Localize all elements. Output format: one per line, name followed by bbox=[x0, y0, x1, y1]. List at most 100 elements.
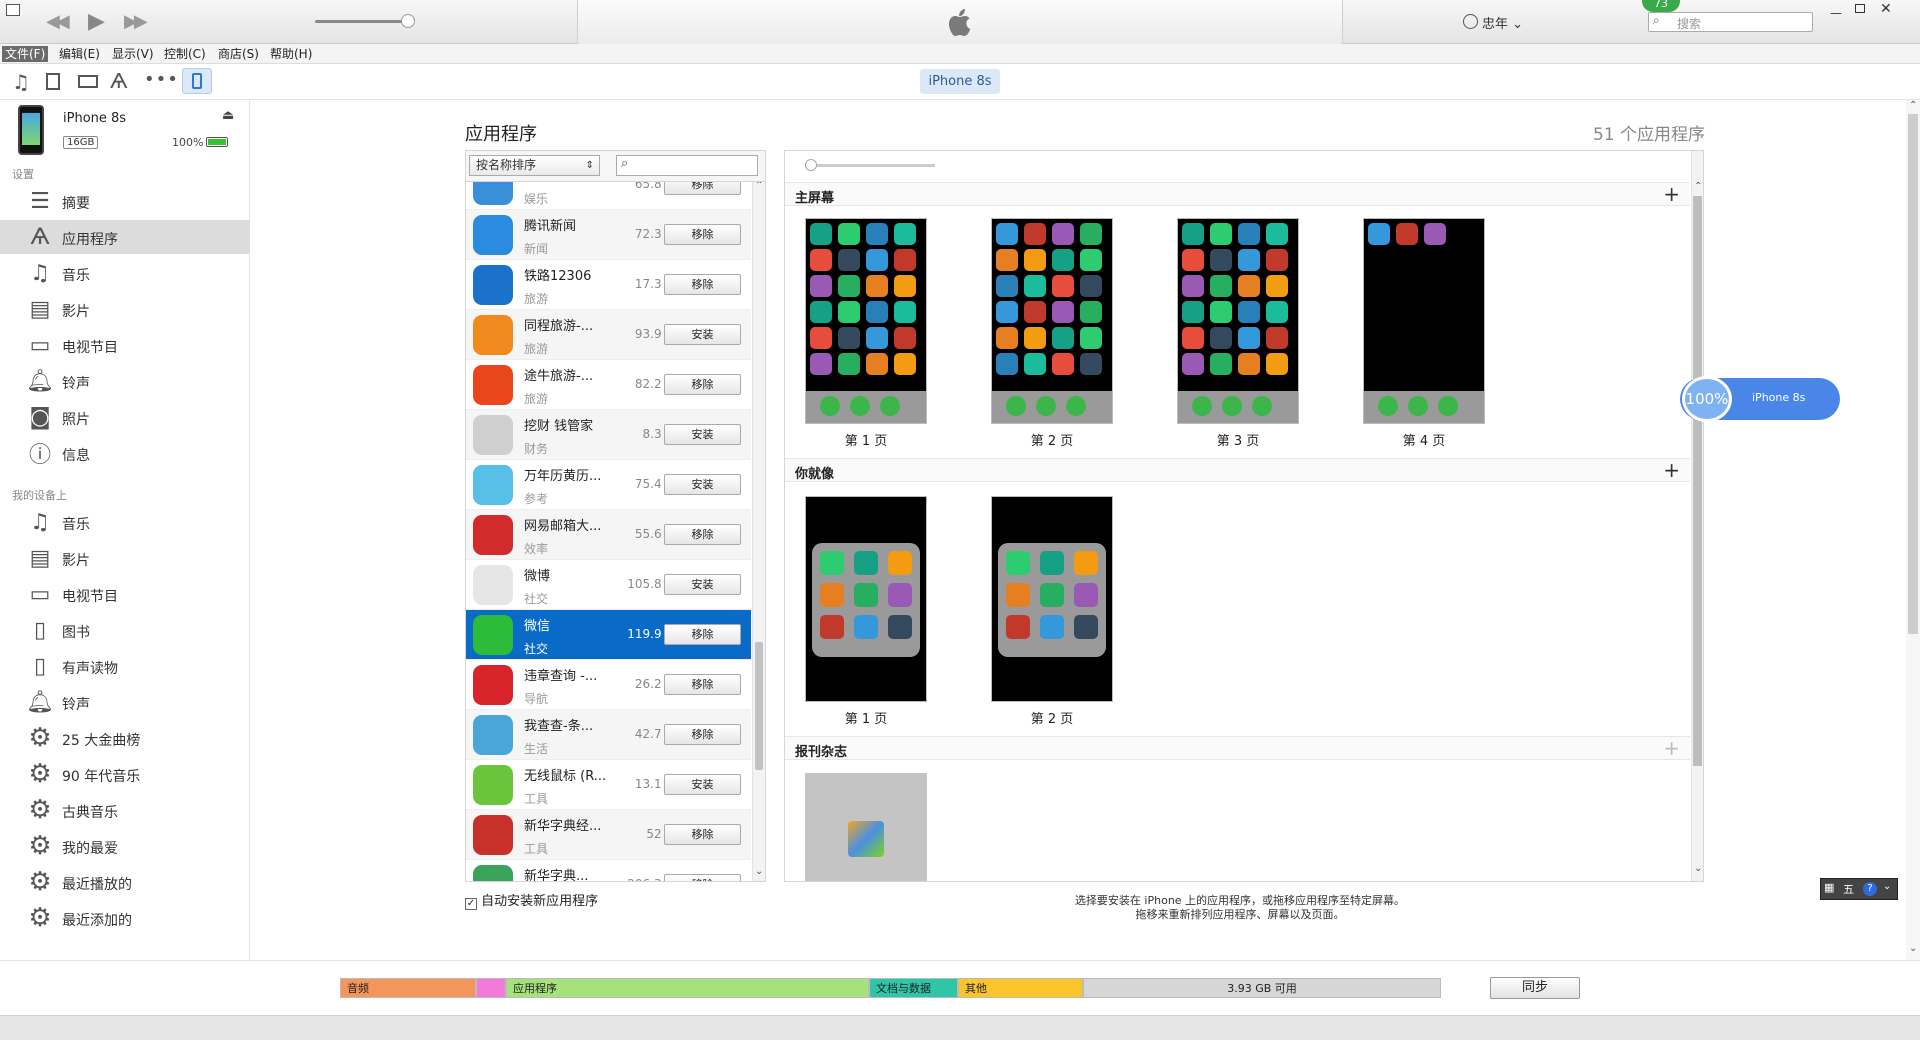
sidebar-item[interactable]: ▭ 电视节目 bbox=[0, 577, 250, 611]
app-action-button[interactable]: 移除 bbox=[664, 624, 741, 645]
app-row[interactable]: 网易邮箱大... 效率 55.6 MB 移除 bbox=[466, 510, 751, 560]
screen-page-thumbnail[interactable] bbox=[1177, 218, 1299, 424]
auto-install-checkbox[interactable]: ✓ bbox=[465, 898, 477, 910]
app-action-button[interactable]: 安装 bbox=[664, 774, 741, 795]
close-button[interactable]: ✕ bbox=[1880, 1, 1892, 17]
tv-icon[interactable] bbox=[78, 75, 98, 88]
app-row[interactable]: 我查查-条... 生活 42.7 MB 移除 bbox=[466, 710, 751, 760]
scroll-thumb[interactable] bbox=[755, 642, 763, 770]
ime-mode-icon[interactable]: 五 bbox=[1843, 881, 1854, 897]
app-action-button[interactable]: 移除 bbox=[664, 874, 741, 881]
volume-slider[interactable] bbox=[315, 20, 411, 23]
ime-toolbar[interactable]: ▦ 五 ? ⌄ bbox=[1820, 878, 1898, 900]
more-icon[interactable]: ••• bbox=[144, 69, 179, 90]
app-action-button[interactable]: 移除 bbox=[664, 724, 741, 745]
rewind-icon[interactable]: ◀◀ bbox=[46, 11, 70, 32]
screen-page-thumbnail[interactable] bbox=[1363, 218, 1485, 424]
search-field[interactable]: ⌕ 搜索 bbox=[1648, 12, 1813, 32]
scroll-up-icon[interactable]: ⌃ bbox=[1909, 100, 1917, 111]
sidebar-item[interactable]: Ѧ 应用程序 bbox=[0, 220, 250, 254]
sidebar-item[interactable]: ⚙ 古典音乐 bbox=[0, 793, 250, 827]
app-action-button[interactable]: 移除 bbox=[664, 274, 741, 295]
app-row[interactable]: 违章查询 -... 导航 26.2 MB 移除 bbox=[466, 660, 751, 710]
app-row[interactable]: 微博 社交 105.8 MB 安装 bbox=[466, 560, 751, 610]
menu-edit[interactable]: 编辑(E) bbox=[56, 46, 103, 62]
notification-badge[interactable]: 73 bbox=[1642, 0, 1680, 12]
minimize-button[interactable]: — bbox=[1830, 6, 1842, 20]
scroll-down-icon[interactable]: ⌄ bbox=[1909, 943, 1917, 954]
auto-install-row[interactable]: ✓ 自动安装新应用程序 bbox=[465, 890, 598, 910]
scroll-up-icon[interactable]: ⌃ bbox=[1694, 181, 1702, 192]
sort-select[interactable]: 按名称排序 ⇕ bbox=[469, 155, 600, 176]
play-icon[interactable]: ▶ bbox=[88, 9, 105, 34]
app-row[interactable]: 同程旅游-... 旅游 93.9 MB 安装 bbox=[466, 310, 751, 360]
help-icon[interactable]: ? bbox=[1863, 882, 1877, 896]
device-info[interactable]: iPhone 8s ⏏ 16GB 100% bbox=[0, 100, 250, 164]
sidebar-item[interactable]: ⚙ 最近添加的 bbox=[0, 901, 250, 935]
menu-view[interactable]: 显示(V) bbox=[109, 46, 157, 62]
maximize-button[interactable] bbox=[1855, 4, 1865, 13]
sidebar-item[interactable]: ⚙ 最近播放的 bbox=[0, 865, 250, 899]
app-row[interactable]: 微信 社交 119.9 MB 移除 bbox=[466, 610, 751, 660]
window-scrollbar[interactable]: ⌃ ⌄ bbox=[1906, 100, 1920, 960]
app-row[interactable]: 铁路12306 旅游 17.3 MB 移除 bbox=[466, 260, 751, 310]
panel-scrollbar[interactable]: ⌃ ⌄ bbox=[1691, 151, 1703, 881]
app-row[interactable]: 娱乐 65.8 MB 移除 bbox=[466, 182, 751, 210]
music-icon[interactable]: ♫ bbox=[12, 70, 30, 94]
app-action-button[interactable]: 移除 bbox=[664, 224, 741, 245]
sidebar-item[interactable]: ⚙ 25 大金曲榜 bbox=[0, 721, 250, 755]
scroll-up-icon[interactable]: ⌃ bbox=[755, 182, 763, 191]
sidebar-item[interactable]: ▯ 图书 bbox=[0, 613, 250, 647]
keyboard-icon[interactable]: ▦ bbox=[1824, 881, 1834, 894]
floating-sync-widget[interactable]: 100% iPhone 8s bbox=[1680, 376, 1840, 422]
scroll-thumb[interactable] bbox=[1693, 196, 1702, 766]
app-row[interactable]: 新华字典经...工具52 MB移除 bbox=[466, 810, 751, 860]
app-action-button[interactable]: 移除 bbox=[664, 374, 741, 395]
menu-help[interactable]: 帮助(H) bbox=[267, 46, 315, 62]
app-store-icon[interactable]: Ѧ bbox=[110, 69, 128, 93]
newsstand-shelf[interactable] bbox=[805, 773, 927, 881]
ime-options-icon[interactable]: ⌄ bbox=[1883, 881, 1891, 892]
app-row[interactable]: 途牛旅游-... 旅游 82.2 MB 移除 bbox=[466, 360, 751, 410]
sidebar-item[interactable]: ⚙ 90 年代音乐 bbox=[0, 757, 250, 791]
sidebar-item[interactable]: 🔔︎ 铃声 bbox=[0, 685, 250, 719]
volume-knob[interactable] bbox=[401, 14, 415, 28]
account-menu[interactable]: 忠年 ⌄ bbox=[1482, 13, 1523, 32]
screen-page-thumbnail[interactable] bbox=[991, 218, 1113, 424]
sidebar-item[interactable]: ▤ 影片 bbox=[0, 292, 250, 326]
scroll-down-icon[interactable]: ⌄ bbox=[1694, 863, 1702, 874]
app-action-button[interactable]: 移除 bbox=[664, 524, 741, 545]
add-page-icon[interactable]: + bbox=[1663, 737, 1680, 759]
app-action-button[interactable]: 移除 bbox=[664, 182, 741, 195]
screen-page-thumbnail[interactable] bbox=[805, 218, 927, 424]
menu-file[interactable]: 文件(F) bbox=[2, 46, 49, 62]
sidebar-item[interactable]: ☰ 摘要 bbox=[0, 184, 250, 218]
app-row[interactable]: 无线鼠标 (R... 工具 13.1 MB 安装 bbox=[466, 760, 751, 810]
app-action-button[interactable]: 安装 bbox=[664, 424, 741, 445]
app-row[interactable]: 万年历黄历... 参考 75.4 MB 安装 bbox=[466, 460, 751, 510]
sync-button[interactable]: 同步 bbox=[1490, 977, 1580, 999]
scroll-down-icon[interactable]: ⌄ bbox=[755, 866, 763, 877]
sidebar-item[interactable]: ▭ 电视节目 bbox=[0, 328, 250, 362]
fast-forward-icon[interactable]: ▶▶ bbox=[124, 11, 148, 32]
eject-icon[interactable]: ⏏ bbox=[222, 108, 234, 123]
add-page-icon[interactable]: + bbox=[1663, 459, 1680, 481]
device-button[interactable] bbox=[182, 68, 212, 94]
sidebar-item[interactable]: ▯ 有声读物 bbox=[0, 649, 250, 683]
sidebar-item[interactable]: ⓘ 信息 bbox=[0, 436, 250, 470]
sidebar-item[interactable]: ▤ 影片 bbox=[0, 541, 250, 575]
sidebar-item[interactable]: ♫ 音乐 bbox=[0, 505, 250, 539]
sidebar-item[interactable]: 🔔︎ 铃声 bbox=[0, 364, 250, 398]
app-action-button[interactable]: 安装 bbox=[664, 574, 741, 595]
scroll-thumb[interactable] bbox=[1908, 114, 1918, 634]
app-row[interactable]: 挖财 钱管家财务8.3 MB安装 bbox=[466, 410, 751, 460]
sidebar-item[interactable]: ♫ 音乐 bbox=[0, 256, 250, 290]
app-search-field[interactable]: ⌕ bbox=[616, 155, 758, 176]
window-menu-icon[interactable] bbox=[6, 4, 20, 16]
sidebar-item[interactable]: ⚙ 我的最爱 bbox=[0, 829, 250, 863]
zoom-slider[interactable] bbox=[805, 164, 935, 167]
screen-page-thumbnail[interactable] bbox=[991, 496, 1113, 702]
app-action-button[interactable]: 安装 bbox=[664, 324, 741, 345]
app-row[interactable]: 腾讯新闻 新闻 72.3 MB 移除 bbox=[466, 210, 751, 260]
film-icon[interactable] bbox=[46, 73, 60, 90]
